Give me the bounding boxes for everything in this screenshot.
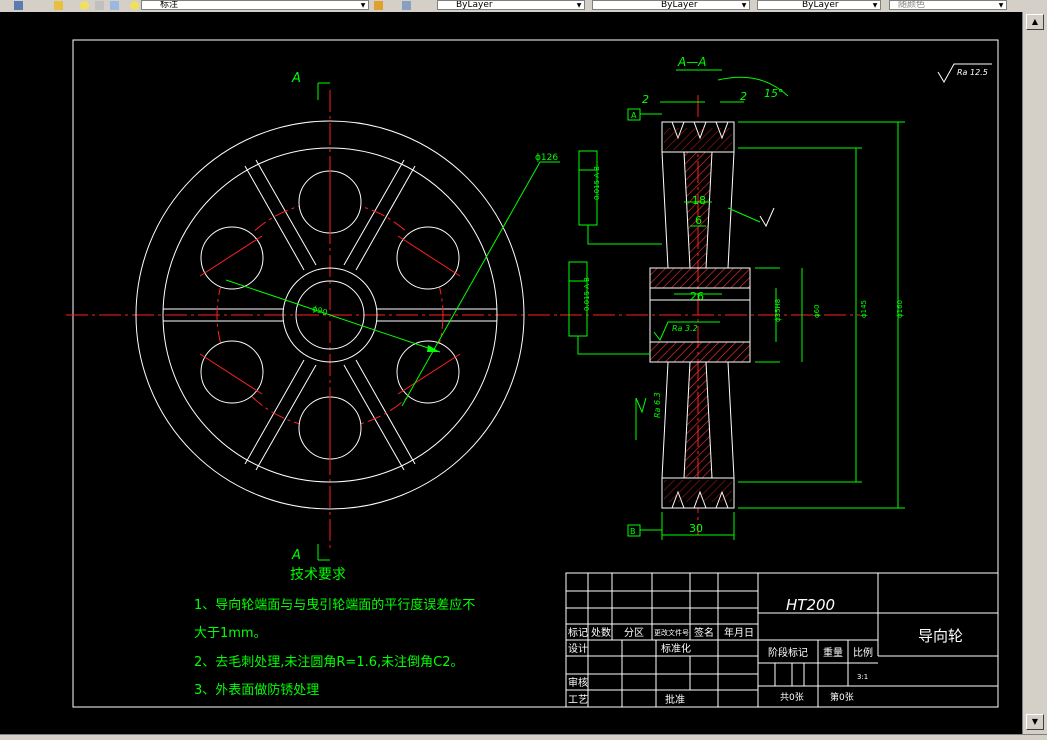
chevron-down-icon: ▼ <box>741 2 747 9</box>
tb-total: 共0张 <box>780 692 804 703</box>
tb-check: 审核 <box>568 676 588 689</box>
dim-top-left: 2 <box>642 93 649 106</box>
tb-design: 设计 <box>568 642 588 655</box>
tech-line-1b: 大于1mm。 <box>194 626 267 641</box>
section-view: 30 26 18 6 ϕ35H8 ϕ60 ϕ145 ϕ160 2 2 15° A… <box>560 55 992 540</box>
bulb-icon[interactable] <box>80 1 89 10</box>
match-layer-icon[interactable] <box>374 1 383 10</box>
lineweight-combo[interactable]: ByLayer ▼ <box>757 0 881 10</box>
freeze-icon[interactable] <box>110 1 119 10</box>
layer-icon[interactable] <box>14 1 23 10</box>
vertical-scrollbar[interactable]: ▲ ▼ <box>1022 12 1047 734</box>
section-mark-top: A <box>291 71 301 86</box>
tech-line-2: 2、去毛刺处理,未注圆角R=1.6,未注倒角C2。 <box>194 655 463 670</box>
section-mark-bottom: A <box>291 548 301 563</box>
tb-scale-value: 3:1 <box>857 673 868 681</box>
section-view-title: A—A <box>677 55 706 69</box>
dim-outer-dia: ϕ160 <box>896 300 904 318</box>
scroll-up-button[interactable]: ▲ <box>1026 14 1044 30</box>
roughness-general: Ra 12.5 <box>957 68 988 77</box>
layer-state-icon[interactable] <box>54 1 63 10</box>
roughness-bore: Ra 3.2 <box>672 324 698 333</box>
tb-count: 处数 <box>591 626 611 639</box>
dim-18: 18 <box>692 194 706 207</box>
horizontal-scrollbar[interactable] <box>0 734 1047 740</box>
dim-hub-dia: ϕ60 <box>813 304 821 318</box>
chevron-down-icon: ▼ <box>998 2 1004 9</box>
tb-standard: 标准化 <box>661 642 691 655</box>
dim-6: 6 <box>695 214 702 227</box>
tb-sign: 签名 <box>694 626 714 639</box>
roughness-side: Ra 6.3 <box>653 392 662 418</box>
drawing-canvas[interactable]: ϕ90 ϕ126 A A 30 26 18 6 ϕ35H8 ϕ60 ϕ145 ϕ… <box>0 12 1022 734</box>
chevron-down-icon: ▼ <box>576 2 582 9</box>
tb-weight: 重量 <box>823 646 843 659</box>
chevron-down-icon: ▼ <box>872 2 878 9</box>
tech-title: 技术要求 <box>290 567 346 583</box>
tech-line-1: 1、导向轮端面与与曳引轮端面的平行度误差应不 <box>194 597 475 613</box>
tech-requirements: 技术要求 1、导向轮端面与与曳引轮端面的平行度误差应不 大于1mm。 2、去毛刺… <box>194 567 475 698</box>
lock-icon[interactable] <box>95 1 104 10</box>
tb-sheet: 第0张 <box>830 691 854 703</box>
material-label: HT200 <box>786 596 835 614</box>
front-view: ϕ90 ϕ126 A A <box>66 71 560 563</box>
tb-scale: 比例 <box>853 646 873 659</box>
chevron-down-icon: ▼ <box>360 2 366 9</box>
previous-layer-icon[interactable] <box>402 1 411 10</box>
dim-top-right: 2 <box>740 90 747 103</box>
tolerance-top: 0.015 A-B <box>593 166 601 200</box>
tb-mark: 标记 <box>568 627 588 639</box>
dim-bore: ϕ35H8 <box>774 299 782 322</box>
plotstyle-combo[interactable]: 随颜色 ▼ <box>889 0 1007 10</box>
sun-icon[interactable] <box>130 1 139 10</box>
tb-date: 年月日 <box>724 626 754 639</box>
color-combo[interactable]: ByLayer ▼ <box>437 0 585 10</box>
tb-stage: 阶段标记 <box>768 646 808 659</box>
dim-groove-dia: ϕ145 <box>860 300 868 318</box>
dim-30: 30 <box>689 522 703 535</box>
linetype-combo[interactable]: ByLayer ▼ <box>592 0 750 10</box>
part-name: 导向轮 <box>918 627 963 645</box>
tb-docno: 更改文件号 <box>654 628 689 637</box>
tolerance-mid: 0.015 A-B <box>583 277 591 311</box>
tb-zone: 分区 <box>624 627 644 639</box>
scroll-down-button[interactable]: ▼ <box>1026 714 1044 730</box>
tech-line-3: 3、外表面做防锈处理 <box>194 682 319 698</box>
tb-process: 工艺 <box>568 694 588 706</box>
dim-angle: 15° <box>764 87 784 100</box>
tb-approve: 批准 <box>665 693 685 706</box>
datum-b: B <box>630 527 636 536</box>
dim-pitch-circle: ϕ126 <box>535 153 558 163</box>
dim-26: 26 <box>690 290 704 303</box>
datum-a: A <box>631 111 637 120</box>
drawing-svg: ϕ90 ϕ126 A A 30 26 18 6 ϕ35H8 ϕ60 ϕ145 ϕ… <box>66 39 999 708</box>
style-combo[interactable]: 标注 ▼ <box>141 0 369 10</box>
